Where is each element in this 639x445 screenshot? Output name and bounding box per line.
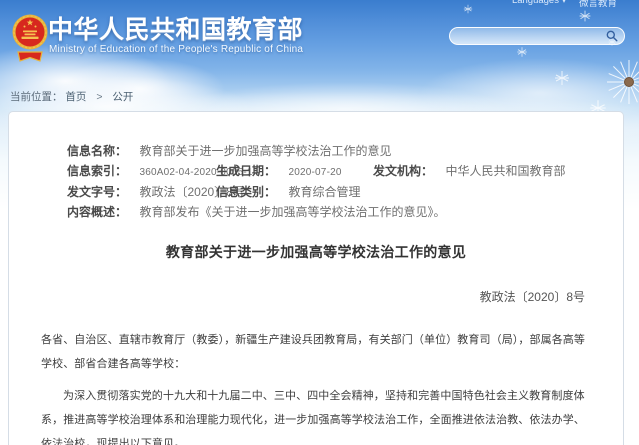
breadcrumb-separator: > [96,91,102,103]
breadcrumb-home-link[interactable]: 首页 [65,91,86,103]
info-org-label: 发文机构： [373,164,433,178]
info-date-value: 2020-07-20 [288,167,341,178]
languages-label: Languages [512,0,559,6]
info-row-index: 信息索引： 360A02-04-2020-0005-1 生成日期： 2020-0… [67,162,607,180]
info-category-value: 教育综合管理 [288,185,360,199]
site-header: 中华人民共和国教育部 Ministry of Education of the … [0,0,639,88]
info-docno-label: 发文字号： [67,185,127,199]
document-number: 教政法〔2020〕8号 [480,288,585,305]
header-top-links: Languages ▾ 微言教育 [512,0,617,9]
info-name-value: 教育部关于进一步加强高等学校法治工作的意见 [139,144,391,158]
document-salutation: 各省、自治区、直辖市教育厅（教委），新疆生产建设兵团教育局，有关部门（单位）教育… [41,328,594,376]
info-row-name: 信息名称： 教育部关于进一步加强高等学校法治工作的意见 [67,142,607,160]
languages-link[interactable]: Languages ▾ [512,0,566,6]
info-index-label: 信息索引： [67,164,127,178]
search-button[interactable] [606,30,624,42]
info-date-label: 生成日期： [216,164,276,178]
search-input[interactable] [450,29,606,43]
site-subtitle: Ministry of Education of the People's Re… [49,44,303,55]
breadcrumb-current-link[interactable]: 公开 [112,91,133,103]
media-link[interactable]: 微言教育 [579,0,617,9]
document-paragraph: 为深入贯彻落实党的十九大和十九届二中、三中、四中全会精神，坚持和完善中国特色社会… [41,384,594,445]
info-summary-value: 教育部发布《关于进一步加强高等学校法治工作的意见》。 [139,205,445,219]
info-row-docno: 发文字号： 教政法〔2020〕8号 信息类别： 教育综合管理 [67,183,607,201]
national-emblem-icon [11,13,49,65]
site-title: 中华人民共和国教育部 [48,10,303,46]
breadcrumb: 当前位置： 首页 > 公开 [10,89,133,104]
chevron-down-icon: ▾ [562,0,566,6]
info-row-summary: 内容概述： 教育部发布《关于进一步加强高等学校法治工作的意见》。 [67,203,607,221]
content-card: 信息名称： 教育部关于进一步加强高等学校法治工作的意见 信息索引： 360A02… [8,111,624,445]
info-org-value: 中华人民共和国教育部 [445,164,565,178]
breadcrumb-label: 当前位置： [10,91,63,103]
search-icon [606,30,618,42]
search-box [449,27,625,45]
document-title: 教育部关于进一步加强高等学校法治工作的意见 [9,242,623,262]
info-category-label: 信息类别： [216,185,276,199]
info-name-label: 信息名称： [67,144,127,158]
info-summary-label: 内容概述： [67,205,127,219]
page: 中华人民共和国教育部 Ministry of Education of the … [0,0,639,445]
